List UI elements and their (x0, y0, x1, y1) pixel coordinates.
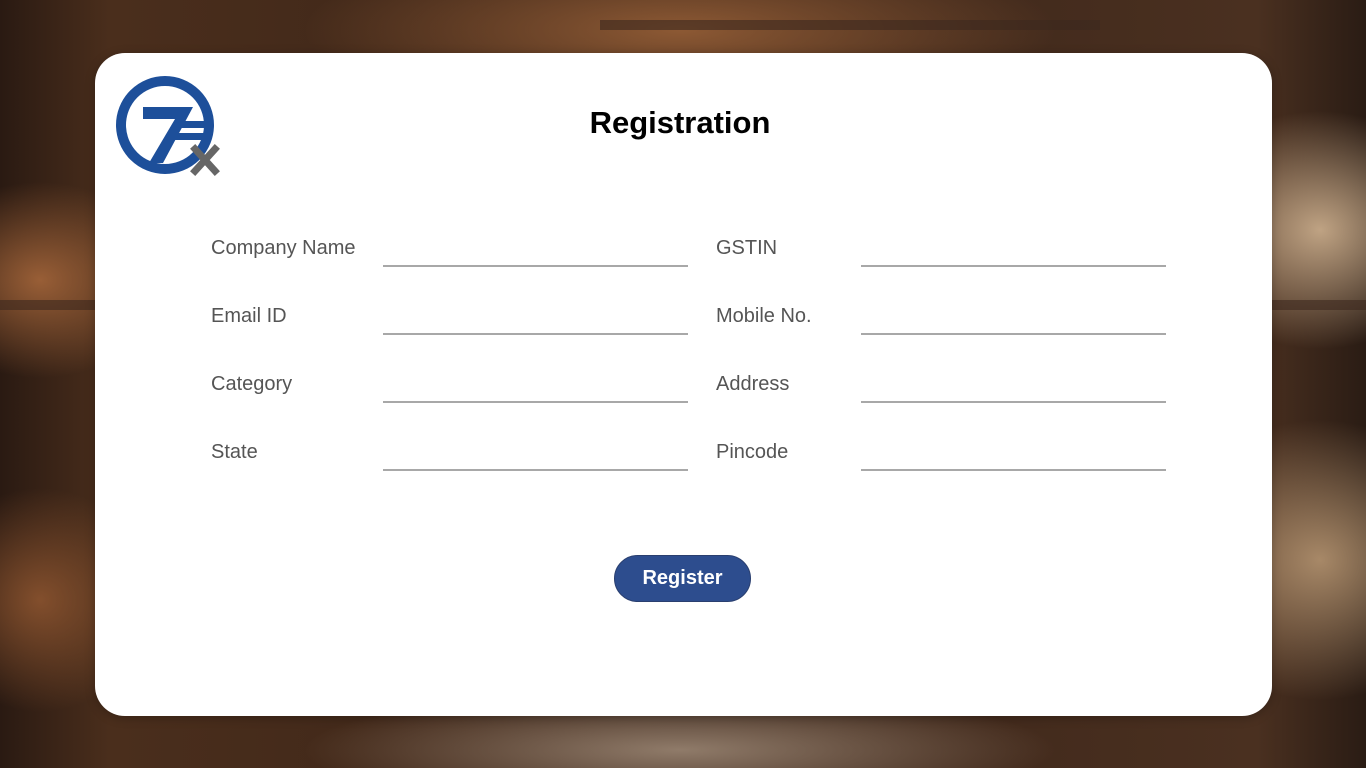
category-label: Category (211, 373, 293, 395)
state-label: State (211, 441, 258, 463)
address-input[interactable] (861, 373, 1166, 403)
pincode-label: Pincode (716, 441, 789, 463)
gstin-label: GSTIN (716, 237, 778, 259)
mobile-no-label: Mobile No. (716, 305, 812, 327)
form-row: State Pincode (211, 441, 1166, 471)
gstin-input[interactable] (861, 237, 1166, 267)
pincode-input[interactable] (861, 441, 1166, 471)
address-label: Address (716, 373, 790, 395)
state-input[interactable] (383, 441, 688, 471)
form-row: Company Name GSTIN (211, 237, 1166, 267)
background-beam (1272, 300, 1366, 310)
page-title: Registration (589, 105, 771, 140)
form-row: Email ID Mobile No. (211, 305, 1166, 335)
email-id-label: Email ID (211, 305, 287, 327)
email-id-input[interactable] (383, 305, 688, 335)
category-input[interactable] (383, 373, 688, 403)
background-beam (0, 300, 95, 310)
background-beam (600, 20, 1100, 30)
register-button[interactable]: Register (614, 555, 751, 602)
form-row: Category Address (211, 373, 1166, 403)
registration-card: Registration Company Name GSTIN Email ID… (95, 53, 1272, 716)
company-name-label: Company Name (211, 237, 356, 259)
company-name-input[interactable] (383, 237, 688, 267)
mobile-no-input[interactable] (861, 305, 1166, 335)
